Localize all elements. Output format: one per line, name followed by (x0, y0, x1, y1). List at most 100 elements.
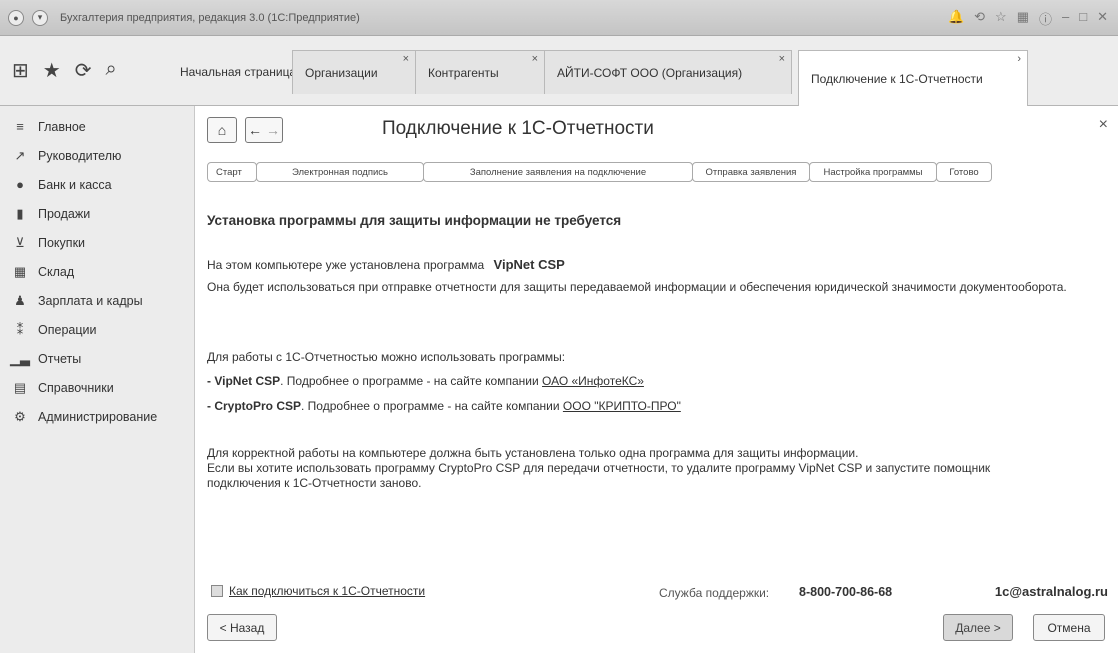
step-label: Заполнение заявления на подключение (469, 166, 647, 178)
sidebar: ≡ Главное ↗ Руководителю ● Банк и касса ▮ Пр… (0, 106, 195, 653)
tab-1c-reporting[interactable]: Подключение к 1С-Отчетности › (798, 50, 1028, 107)
sidebar-item-label: Продажи (38, 206, 91, 221)
home-icon: ⌂ (217, 122, 227, 138)
section-heading: Установка программы для защиты информаци… (207, 213, 622, 228)
sidebar-item-label: Руководителю (38, 148, 122, 163)
support-label: Служба поддержки: (659, 586, 770, 600)
back-button[interactable]: < Назад (207, 614, 277, 641)
tab-label: Подключение к 1С-Отчетности (811, 72, 983, 86)
sidebar-item-purchases[interactable]: ⊻ Покупки (0, 228, 194, 257)
forward-arrow-icon[interactable]: → (266, 122, 280, 138)
sidebar-item-bank[interactable]: ● Банк и касса (0, 170, 194, 199)
app-menu-icon[interactable]: ● (8, 9, 24, 26)
search-icon[interactable]: ⌕ (105, 58, 116, 83)
close-tab-icon[interactable]: × (403, 53, 409, 65)
support-phone: 8-800-700-86-68 (799, 585, 893, 599)
program-description: . Подробнее о программе - на сайте компа… (301, 399, 560, 413)
close-icon[interactable]: × (1099, 116, 1108, 134)
history-icon[interactable]: ⟲ (974, 9, 985, 28)
tab-label: Организации (305, 65, 378, 80)
program-cryptopro-line: - CryptoPro CSP. Подробнее о программе -… (207, 399, 681, 414)
sidebar-item-label: Главное (38, 119, 86, 134)
calendar-icon[interactable]: ▦ (1017, 9, 1029, 28)
tab-label: АЙТИ-СОФТ ООО (Организация) (557, 65, 743, 80)
tabs-row: ⊞ ★ ⟳ ⌕ Начальная страница Организации ×… (0, 36, 1118, 107)
step-label: Электронная подпись (292, 166, 388, 178)
main-panel: ⌂ ← → Подключение к 1С-Отчетности × Стар… (195, 106, 1118, 653)
step-signature[interactable]: Электронная подпись (256, 162, 424, 182)
installed-line: На этом компьютере уже установлена прогр… (207, 257, 565, 273)
step-setup[interactable]: Настройка программы (809, 162, 937, 182)
programs-intro: Для работы с 1С-Отчетностью можно исполь… (207, 350, 566, 364)
help-checkbox-icon (211, 585, 223, 597)
installed-program: VipNet CSP (493, 257, 565, 272)
chevron-down-icon[interactable]: ▾ (32, 9, 48, 26)
window-title-bar: ● ▾ Бухгалтерия предприятия, редакция 3.… (0, 0, 1118, 36)
sidebar-item-sales[interactable]: ▮ Продажи (0, 199, 194, 228)
sidebar-item-catalogs[interactable]: ▤ Справочники (0, 373, 194, 402)
close-tab-icon[interactable]: × (779, 53, 785, 65)
infotecs-link[interactable]: ОАО «ИнфотеКС» (542, 374, 644, 388)
sidebar-item-label: Администрирование (38, 409, 158, 424)
maximize-icon[interactable]: □ (1079, 9, 1087, 28)
step-send[interactable]: Отправка заявления (692, 162, 810, 182)
home-button[interactable]: ⌂ (207, 117, 237, 143)
program-vipnet-line: - VipNet CSP. Подробнее о программе - на… (207, 374, 644, 389)
note-line: подключения к 1С-Отчетности заново. (207, 476, 422, 490)
tab-arrow-icon[interactable]: › (1017, 53, 1021, 65)
step-application[interactable]: Заполнение заявления на подключение (423, 162, 693, 182)
tab-label: Начальная страница (180, 65, 297, 79)
sidebar-item-label: Банк и касса (38, 177, 112, 192)
sidebar-item-warehouse[interactable]: ▦ Склад (0, 257, 194, 286)
note-line: Для корректной работы на компьютере долж… (207, 446, 859, 460)
sidebar-item-salary[interactable]: ♟ Зарплата и кадры (0, 286, 194, 315)
step-start[interactable]: Старт (207, 162, 257, 182)
book-icon: ▤ (13, 379, 27, 395)
sidebar-item-label: Операции (38, 322, 97, 337)
close-tab-icon[interactable]: × (532, 53, 538, 65)
step-label: Настройка программы (823, 166, 923, 178)
history-clock-icon[interactable]: ⟳ (75, 58, 92, 83)
program-name: - VipNet CSP (207, 374, 281, 388)
sidebar-item-label: Склад (38, 264, 75, 279)
next-button[interactable]: Далее > (943, 614, 1013, 641)
tab-organizations[interactable]: Организации × (292, 50, 416, 94)
step-label: Готово (949, 166, 979, 178)
step-done[interactable]: Готово (936, 162, 992, 182)
support-email[interactable]: 1c@astralnalog.ru (995, 584, 1108, 599)
step-label: Отправка заявления (705, 166, 797, 178)
cryptopro-link[interactable]: ООО "КРИПТО-ПРО" (563, 399, 681, 413)
star-icon[interactable]: ☆ (995, 9, 1007, 28)
sidebar-item-label: Справочники (38, 380, 114, 395)
cart-icon: ⊻ (15, 234, 25, 250)
how-to-connect[interactable]: Как подключиться к 1С-Отчетности (211, 584, 425, 598)
bag-icon: ▮ (16, 205, 24, 221)
sidebar-item-label: Отчеты (38, 351, 82, 366)
tab-home[interactable]: Начальная страница (168, 50, 308, 94)
close-window-icon[interactable]: ✕ (1097, 9, 1108, 28)
grid-menu-icon[interactable]: ⊞ (12, 58, 29, 83)
warehouse-icon: ▦ (13, 263, 27, 279)
sidebar-item-operations[interactable]: ⁑ Операции (0, 315, 194, 344)
favorites-star-icon[interactable]: ★ (43, 58, 61, 83)
sidebar-item-administration[interactable]: ⚙ Администрирование (0, 402, 194, 431)
sidebar-item-label: Зарплата и кадры (38, 293, 143, 308)
sidebar-item-main[interactable]: ≡ Главное (0, 112, 194, 141)
back-arrow-icon[interactable]: ← (248, 122, 262, 138)
sidebar-item-reports[interactable]: ▁▃ Отчеты (0, 344, 194, 373)
how-to-connect-link[interactable]: Как подключиться к 1С-Отчетности (229, 584, 425, 598)
tab-label: Контрагенты (428, 65, 499, 80)
minimize-icon[interactable]: – (1062, 9, 1069, 28)
tab-counterparties[interactable]: Контрагенты × (415, 50, 545, 94)
note-line: Если вы хотите использовать программу Cr… (207, 461, 991, 475)
sidebar-item-label: Покупки (38, 235, 86, 250)
tab-organization-card[interactable]: АЙТИ-СОФТ ООО (Организация) × (544, 50, 792, 94)
sidebar-item-manager[interactable]: ↗ Руководителю (0, 141, 194, 170)
window-controls: 🔔 ⟲ ☆ ▦ ⓘ – □ ✕ (948, 9, 1108, 28)
cancel-button[interactable]: Отмена (1033, 614, 1105, 641)
info-icon[interactable]: ⓘ (1039, 9, 1052, 28)
installed-prefix: На этом компьютере уже установлена прогр… (207, 258, 485, 272)
step-label: Старт (216, 166, 242, 178)
note-text: Для корректной работы на компьютере долж… (207, 446, 1097, 491)
notifications-icon[interactable]: 🔔 (948, 9, 964, 28)
